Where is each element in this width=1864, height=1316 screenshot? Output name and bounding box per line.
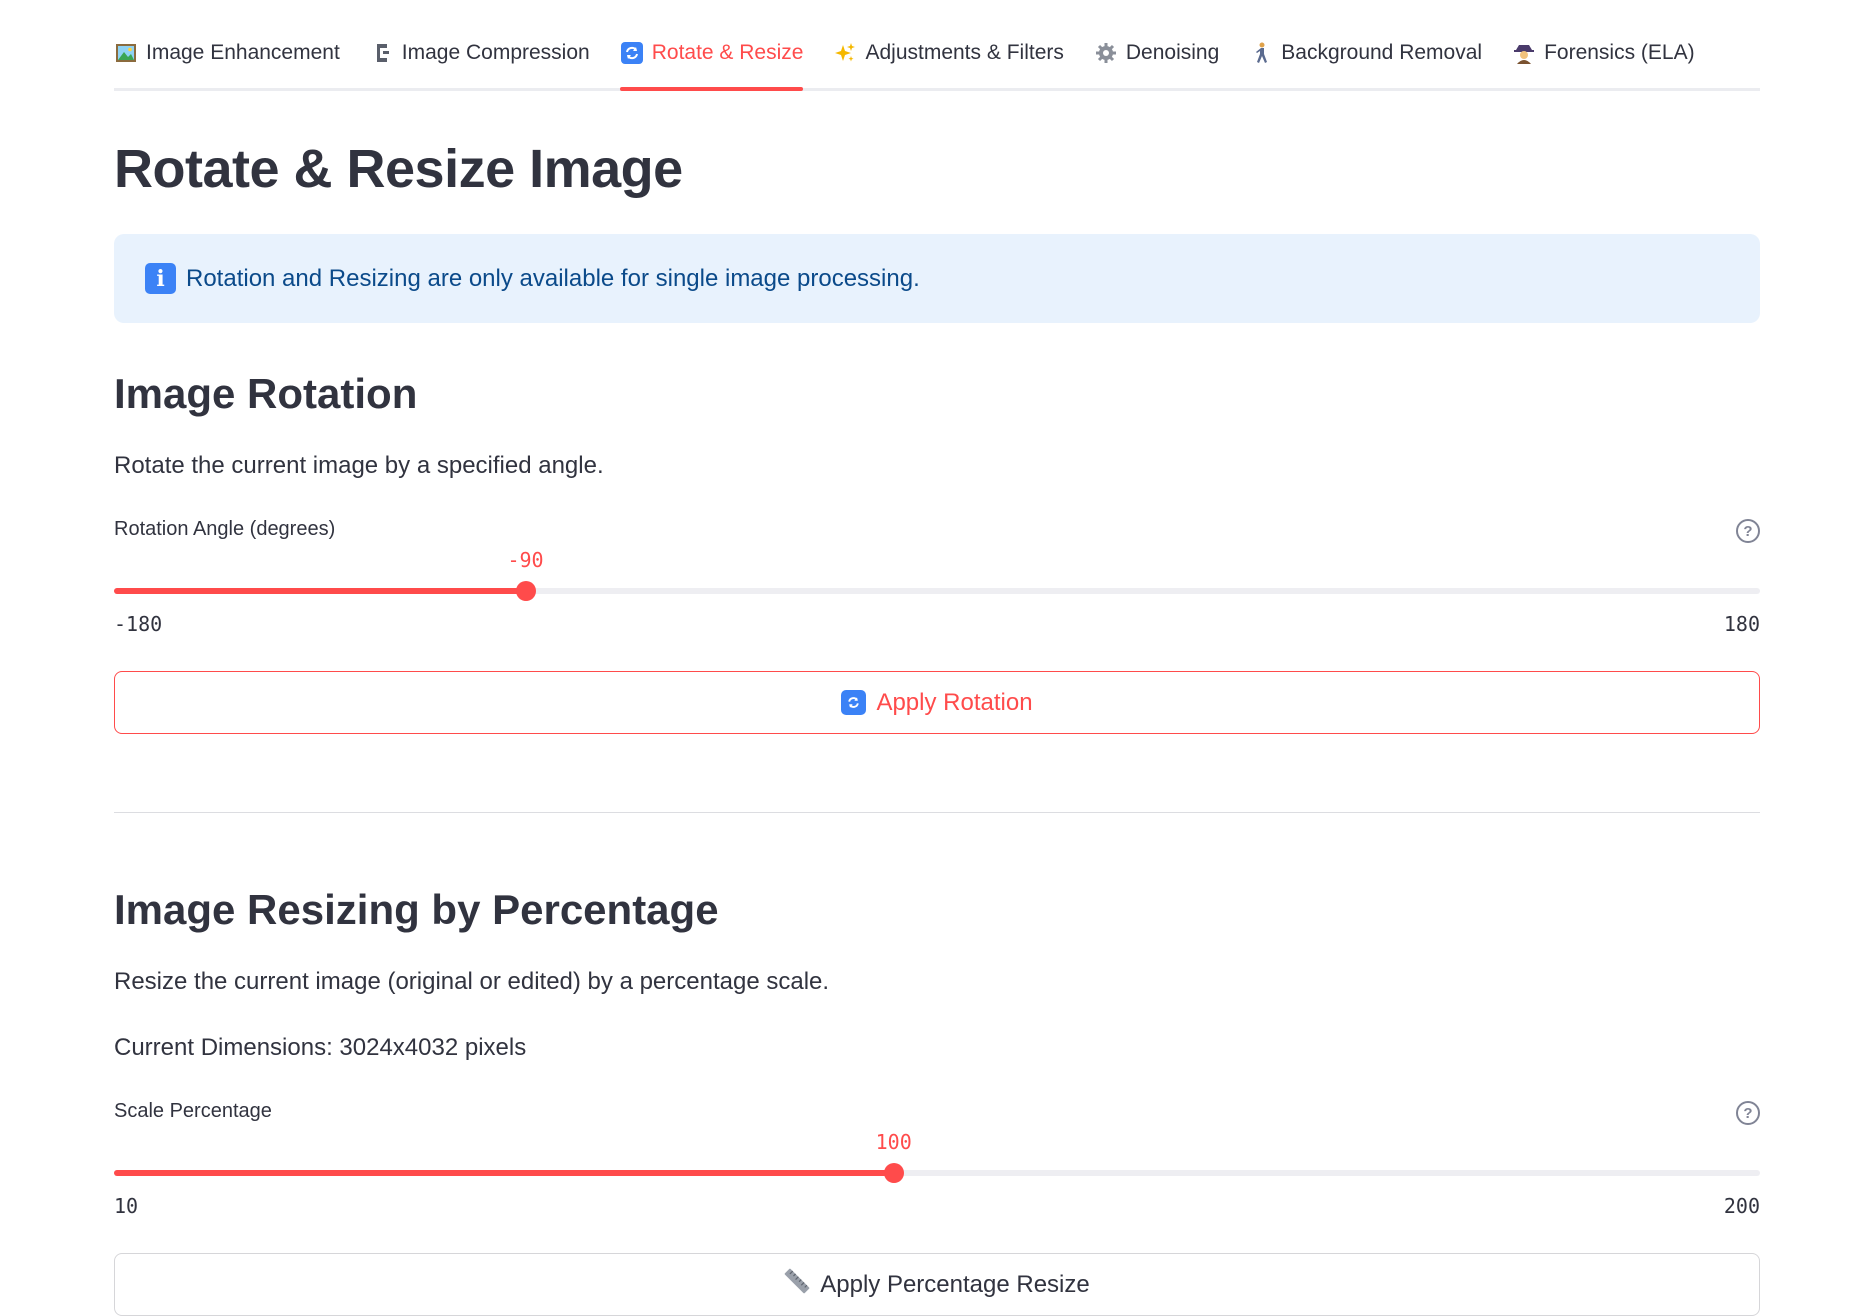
tab-label: Background Removal [1281,41,1483,64]
rotation-heading: Image Rotation [114,370,418,417]
slider-max: 200 [1723,1194,1760,1218]
rotate-icon [620,41,644,65]
rotation-description: Rotate the current image by a specified … [114,452,604,479]
slider-max: 180 [1723,612,1760,636]
slider-min: -180 [114,612,163,636]
clamp-icon [370,41,394,65]
scale-slider-label: Scale Percentage [114,1100,272,1122]
tab-background-removal[interactable]: Background Removal [1249,30,1482,76]
rotate-icon [841,690,867,715]
tab-label: Image Enhancement [146,41,340,64]
info-message: Rotation and Resizing are only available… [186,264,920,292]
slider-min: 10 [114,1194,139,1218]
tab-label: Rotate & Resize [651,41,804,64]
info-alert: i Rotation and Resizing are only availab… [114,234,1760,323]
info-icon: i [145,263,176,294]
section-divider [114,812,1760,813]
tab-image-compression[interactable]: Image Compression [370,30,590,76]
tab-denoising[interactable]: Denoising [1094,30,1219,76]
resize-description: Resize the current image (original or ed… [114,968,830,995]
tab-label: Forensics (ELA) [1544,41,1695,64]
slider-value: 100 [875,1130,912,1154]
tab-adjustments-filters[interactable]: Adjustments & Filters [833,30,1064,76]
current-dimensions: Current Dimensions: 3024x4032 pixels [114,1034,527,1061]
help-icon[interactable]: ? [1736,1101,1760,1125]
tab-label: Image Compression [401,41,590,64]
detective-icon [1512,41,1536,65]
rotation-angle-slider[interactable]: -90 -180 180 [114,548,1760,648]
tab-bar: Image Enhancement Image Compression Rota… [114,30,1760,91]
slider-value: -90 [507,548,544,572]
tab-label: Denoising [1125,41,1220,64]
tab-image-enhancement[interactable]: Image Enhancement [114,30,340,76]
slider-thumb[interactable] [515,581,536,601]
button-label: Apply Percentage Resize [820,1270,1090,1298]
framed-picture-icon [114,41,138,65]
tab-forensics-ela[interactable]: Forensics (ELA) [1512,30,1695,76]
slider-fill [114,1170,894,1176]
app-page: Image Enhancement Image Compression Rota… [0,0,1864,1316]
slider-thumb[interactable] [883,1163,904,1183]
page-title: Rotate & Resize Image [114,139,683,199]
resize-heading: Image Resizing by Percentage [114,886,719,933]
apply-rotation-button[interactable]: Apply Rotation [114,671,1760,734]
rotation-slider-label: Rotation Angle (degrees) [114,518,336,540]
apply-percentage-resize-button[interactable]: Apply Percentage Resize [114,1253,1760,1316]
tab-label: Adjustments & Filters [865,41,1064,64]
scale-percentage-slider[interactable]: 100 10 200 [114,1130,1760,1230]
help-icon[interactable]: ? [1736,519,1760,543]
gear-icon [1094,41,1118,65]
ruler-icon [784,1268,810,1301]
sparkles-icon [833,41,857,65]
button-label: Apply Rotation [876,688,1033,716]
slider-fill [114,588,526,594]
person-walking-icon [1249,41,1273,65]
tab-rotate-resize[interactable]: Rotate & Resize [619,30,804,91]
